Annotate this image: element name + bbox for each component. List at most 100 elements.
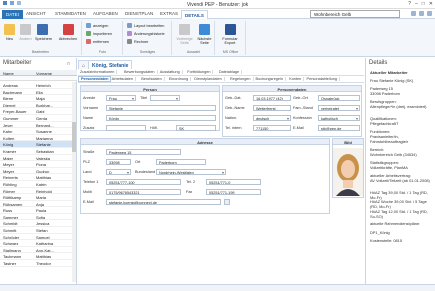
subtab-bewerbungsdaten[interactable]: Bewerbungsdaten xyxy=(122,70,158,74)
subtab-dateiablage[interactable]: Dateiablage xyxy=(217,70,243,74)
tab-ansicht[interactable]: ANSICHT xyxy=(26,11,46,16)
table-row[interactable]: Biene Maja xyxy=(0,95,72,102)
geburtsdatum-field[interactable]: 16.03.1977 (42) xyxy=(253,95,291,101)
table-row[interactable]: Diemel Burkhar... xyxy=(0,102,72,109)
rechner-button[interactable]: Rechner xyxy=(127,39,148,44)
nation-select[interactable]: deutsch xyxy=(253,115,291,121)
name-field[interactable]: König xyxy=(106,115,216,121)
tab-dienstplan[interactable]: DIENSTPLAN xyxy=(125,11,153,16)
table-row[interactable]: Jever Bernard... xyxy=(0,122,72,129)
tab-extras[interactable]: EXTRAS xyxy=(160,11,178,16)
subtab-regelungen[interactable]: Regelungen xyxy=(228,77,254,81)
table-row[interactable]: Freyer-Bauer Gabi xyxy=(0,108,72,115)
neu-button[interactable]: Neu xyxy=(2,24,17,41)
abbrechen-button[interactable]: Abbrechen xyxy=(58,24,78,41)
tab-aufgaben[interactable]: AUFGABEN xyxy=(93,11,118,16)
historie-button[interactable]: Änderungshistorie xyxy=(127,31,165,36)
maximize-button[interactable]: □ xyxy=(422,1,425,7)
table-row[interactable]: Tackmann Matthias xyxy=(0,253,72,261)
subtab-dienstplandaten[interactable]: Dienstplandaten xyxy=(192,77,225,81)
familienstand-select[interactable]: verheiratet xyxy=(318,105,360,111)
table-row[interactable]: König Stefanie xyxy=(0,141,72,148)
pin-icon[interactable]: ⊓ xyxy=(64,59,76,70)
layout-bearbeiten-button[interactable]: Layout bearbeiten xyxy=(127,23,164,28)
table-row[interactable]: Rübsamen Anja xyxy=(0,201,72,208)
andern-button[interactable]: Ändern xyxy=(18,24,33,41)
geburtsort-field[interactable]: Osnabrück xyxy=(318,95,360,101)
subtab-konten[interactable]: Konten xyxy=(287,77,305,81)
hoefl-field[interactable]: SK xyxy=(176,125,216,131)
subtab-arbeitsdaten[interactable]: Arbeitsdaten xyxy=(110,77,136,81)
table-row[interactable]: Sammer Sofia xyxy=(0,214,72,221)
subtab-einordnung[interactable]: Einordnung xyxy=(167,77,192,81)
vorname-field[interactable]: Stefanie xyxy=(106,105,216,111)
table-row[interactable]: Maier Valeska xyxy=(0,155,72,162)
email-intern-field[interactable]: stk@pep.de xyxy=(318,125,360,131)
table-row[interactable]: Kahn Susanne xyxy=(0,128,72,135)
mobil-field[interactable]: 0175/9676543321 xyxy=(106,189,181,195)
table-row[interactable]: Schmidt Jessica xyxy=(0,220,72,228)
mail-send-icon[interactable] xyxy=(224,199,230,205)
subtab-zusatzinformationen[interactable]: Zusatzinformationen xyxy=(78,70,118,74)
user-icon[interactable] xyxy=(427,11,432,16)
titel-select[interactable] xyxy=(150,95,180,101)
subtab-fortbildungen[interactable]: Fortbildungen xyxy=(185,70,214,74)
table-row[interactable]: Reinerts Matthias xyxy=(0,174,72,181)
details-line: PflegefachkraftT xyxy=(370,121,399,126)
foto-importieren-button[interactable]: importieren xyxy=(86,31,112,36)
subtab-berufsdaten[interactable]: Berufsdaten xyxy=(139,77,165,81)
minimize-button[interactable]: – xyxy=(415,1,418,7)
subtab-personalabteilung[interactable]: Personalabteilung xyxy=(305,77,340,81)
table-row[interactable]: Andreas Heinrich xyxy=(0,82,72,89)
anrede-select[interactable]: Frau xyxy=(106,95,136,101)
vorherige-seite-button[interactable]: Vorherige Seite xyxy=(175,24,194,45)
table-row[interactable]: Meyer Fiona xyxy=(0,161,72,168)
area-selector[interactable]: Wohnbereich Gelb xyxy=(310,10,400,18)
help-button[interactable]: ? xyxy=(408,1,411,7)
zusatz-field[interactable] xyxy=(106,125,146,131)
table-row[interactable]: Röhling Katrin xyxy=(0,181,72,188)
telefon2-field[interactable]: 05251/771-0 xyxy=(206,179,261,185)
table-row[interactable]: Schwarz Katharina xyxy=(0,240,72,247)
telefon1-field[interactable]: 05251/777-100 xyxy=(106,179,181,185)
strasse-field[interactable]: Paderweg 15 xyxy=(106,149,181,155)
table-row[interactable]: Römer Reinhold xyxy=(0,188,72,195)
nachste-seite-button[interactable]: Nächste Seite xyxy=(195,24,214,45)
konfession-select[interactable]: katholisch xyxy=(318,115,360,121)
search-icon[interactable] xyxy=(419,11,424,16)
bundesland-select[interactable]: Nordrhein-Westfalen xyxy=(156,169,226,175)
formular-export-button[interactable]: Formular Export xyxy=(219,24,241,45)
subtab-ausstattung[interactable]: Ausstattung xyxy=(158,70,183,74)
speichern-button[interactable]: Speichern xyxy=(35,24,52,41)
subtab-buchungsregeln[interactable]: Buchungsregeln xyxy=(254,77,286,81)
table-row[interactable]: Rötttkamp Maria xyxy=(0,194,72,201)
tab-employee-doc[interactable]: König, Stefanie xyxy=(88,60,133,69)
email-field[interactable]: stefanie.koenig@connect.de xyxy=(106,199,221,205)
tab-datei[interactable]: DATEI xyxy=(2,10,23,19)
table-row[interactable]: Bachmann Eila xyxy=(0,89,72,96)
plz-field[interactable]: 33098 xyxy=(106,159,131,165)
table-row[interactable]: Tastner Theodor xyxy=(0,260,72,267)
tab-details[interactable]: DETAILS xyxy=(181,10,208,19)
tab-stammdaten[interactable]: STAMMDATEN xyxy=(55,11,86,16)
table-row[interactable]: Kramer Sebastian xyxy=(0,148,72,155)
tel-intern-field[interactable]: 771150 xyxy=(253,125,291,131)
filter-row[interactable] xyxy=(0,76,77,81)
foto-anzeigen-button[interactable]: anzeigen xyxy=(86,23,108,28)
land-select[interactable]: D xyxy=(106,169,131,175)
table-row[interactable]: Kolten Marianna xyxy=(0,135,72,142)
foto-entfernen-button[interactable]: entfernen xyxy=(86,39,109,44)
table-row[interactable]: Schröder Samuel xyxy=(0,234,72,241)
ort-field[interactable]: Paderborn xyxy=(156,159,206,165)
table-row[interactable]: Russ Paula xyxy=(0,207,72,214)
home-icon[interactable] xyxy=(411,11,416,16)
table-row[interactable]: Schmitt Stefan xyxy=(0,227,72,234)
table-row[interactable]: Meyer Gudrun xyxy=(0,168,72,175)
close-window-button[interactable]: ✕ xyxy=(429,1,433,7)
fax-field[interactable]: 05251/771-199 xyxy=(206,189,261,195)
table-row[interactable]: Stallmann Ann-Kat... xyxy=(0,247,72,254)
geburtsname-field[interactable]: Weiterfrerst xyxy=(253,105,291,111)
subtab-personendaten[interactable]: Personendaten xyxy=(78,76,112,82)
list-scrollbar[interactable] xyxy=(72,82,76,282)
table-row[interactable]: Gummer Gerda xyxy=(0,115,72,122)
